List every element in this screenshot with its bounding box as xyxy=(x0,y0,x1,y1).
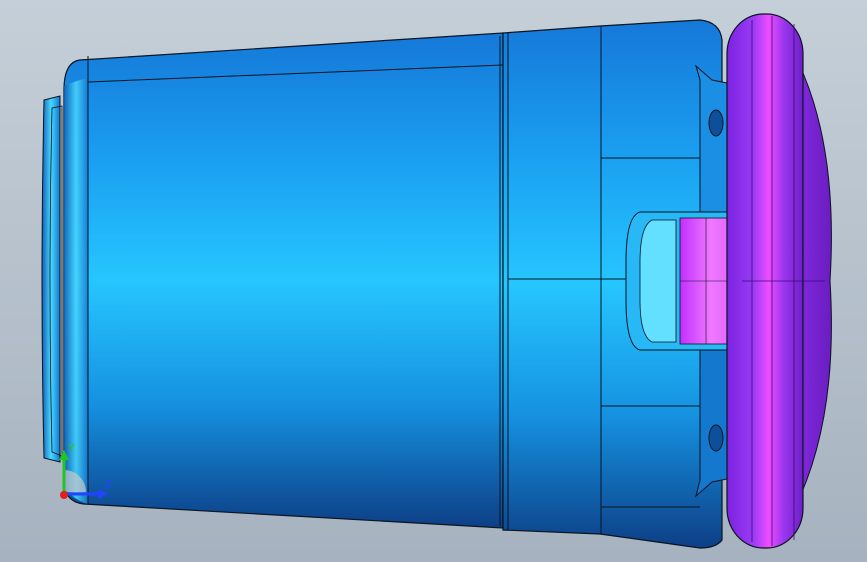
y-axis-label: Y xyxy=(67,442,75,455)
mount-hole-bottom[interactable] xyxy=(708,424,724,452)
cad-viewport[interactable]: Y Z xyxy=(0,0,867,562)
x-axis-icon xyxy=(60,491,68,499)
axis-triad[interactable]: Y Z xyxy=(48,440,118,510)
z-axis-label: Z xyxy=(104,478,112,491)
motor-can[interactable] xyxy=(63,32,504,529)
mount-hole-top[interactable] xyxy=(708,109,724,137)
triad-quadrant xyxy=(64,470,86,492)
motor-model[interactable] xyxy=(0,0,867,562)
connector-clip-inner xyxy=(639,219,677,343)
